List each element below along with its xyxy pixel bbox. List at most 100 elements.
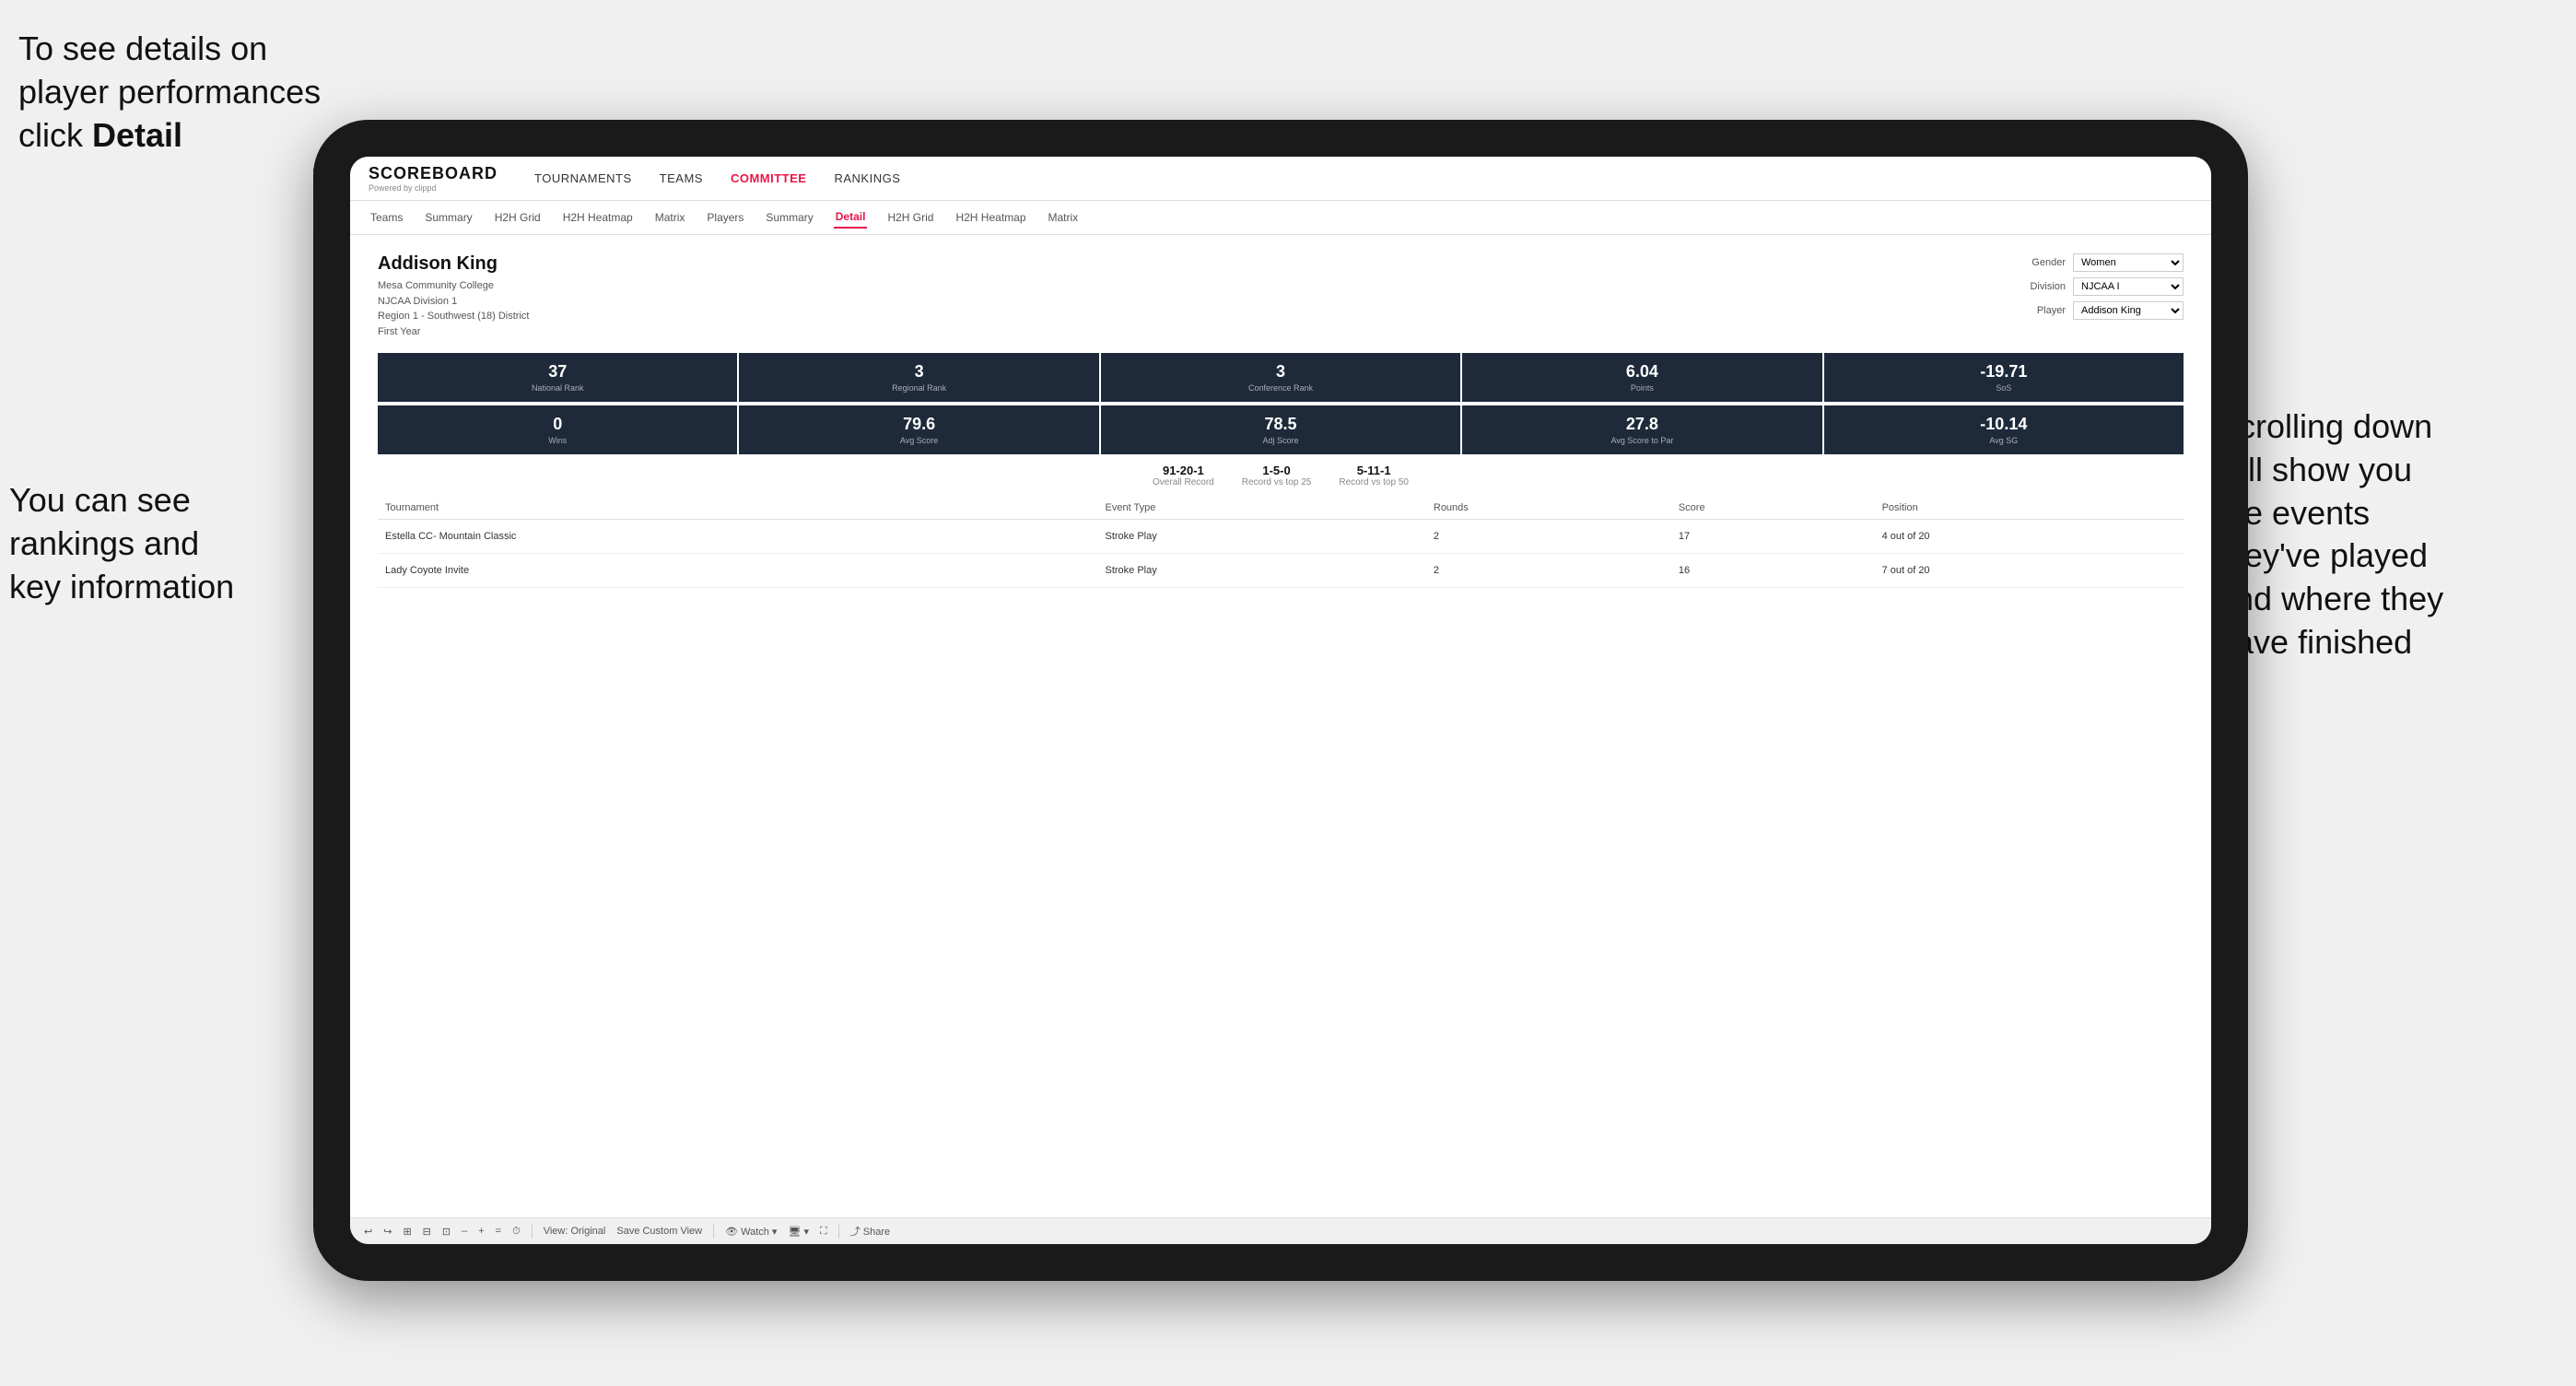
record-top50: 5-11-1 Record vs top 50 (1339, 464, 1409, 487)
tab-summary2[interactable]: Summary (764, 207, 814, 228)
stat-points: 6.04 Points (1462, 353, 1821, 402)
toolbar-save-custom[interactable]: Save Custom View (616, 1226, 702, 1237)
record-overall-label: Overall Record (1153, 477, 1214, 487)
control-player-row: Player Addison King (2015, 301, 2184, 320)
player-school: Mesa Community College (378, 278, 529, 294)
toolbar-zoom-out[interactable]: – (462, 1226, 467, 1237)
tab-detail[interactable]: Detail (834, 206, 868, 229)
toolbar-watch[interactable]: 👁 Watch ▾ (725, 1226, 777, 1238)
cell-event-type-2: Stroke Play (1098, 554, 1426, 588)
toolbar-zoom-fit[interactable]: = (496, 1226, 501, 1237)
cell-rounds-2: 2 (1426, 554, 1671, 588)
nav-items: TOURNAMENTS TEAMS COMMITTEE RANKINGS (534, 171, 900, 185)
stat-value-adj-score: 78.5 (1108, 415, 1453, 434)
tab-matrix2[interactable]: Matrix (1047, 207, 1081, 228)
logo-text: SCOREBOARD (369, 164, 498, 183)
toolbar-grid2[interactable]: ⊟ (423, 1226, 431, 1238)
tournament-table: Tournament Event Type Rounds Score Posit… (378, 497, 2184, 588)
player-label: Player (2015, 305, 2066, 316)
col-tournament: Tournament (378, 497, 1098, 520)
stat-value-conference-rank: 3 (1108, 362, 1453, 382)
stat-value-regional-rank: 3 (746, 362, 1091, 382)
tablet-frame: SCOREBOARD Powered by clippd TOURNAMENTS… (313, 120, 2248, 1281)
toolbar-undo[interactable]: ↩ (364, 1226, 372, 1238)
annotation-line3: click (18, 116, 92, 154)
cell-score-2: 16 (1671, 554, 1875, 588)
record-top25-value: 1-5-0 (1242, 464, 1312, 477)
control-gender-row: Gender Women (2015, 253, 2184, 272)
col-position: Position (1875, 497, 2184, 520)
annotation-line1: To see details on (18, 29, 267, 67)
stat-label-sos: SoS (1832, 383, 2176, 393)
nav-tournaments[interactable]: TOURNAMENTS (534, 171, 632, 185)
toolbar-redo[interactable]: ↪ (383, 1226, 392, 1238)
logo-sub: Powered by clippd (369, 183, 498, 193)
player-name: Addison King (378, 253, 529, 275)
annotation-r-4: they've played (2217, 536, 2428, 574)
toolbar-divider1 (532, 1224, 533, 1239)
gender-select[interactable]: Women (2073, 253, 2184, 272)
annotation-r-5: and where they (2217, 580, 2443, 617)
col-rounds: Rounds (1426, 497, 1671, 520)
toolbar-clock[interactable]: ⏱ (512, 1226, 521, 1238)
cell-position-1: 4 out of 20 (1875, 520, 2184, 554)
table-row: Lady Coyote Invite Stroke Play 2 16 7 ou… (378, 554, 2184, 588)
stat-avg-score-par: 27.8 Avg Score to Par (1462, 405, 1821, 454)
annotation-line2: player performances (18, 73, 321, 111)
toolbar-grid3[interactable]: ⊡ (442, 1226, 451, 1238)
annotation-bottom-left: You can see rankings and key information (9, 479, 322, 608)
record-top50-label: Record vs top 50 (1339, 477, 1409, 487)
toolbar-view-original[interactable]: View: Original (544, 1226, 606, 1237)
cell-rounds-1: 2 (1426, 520, 1671, 554)
record-top25-label: Record vs top 25 (1242, 477, 1312, 487)
stat-label-points: Points (1469, 383, 1814, 393)
tab-h2h-heatmap2[interactable]: H2H Heatmap (954, 207, 1027, 228)
cell-tournament-2: Lady Coyote Invite (378, 554, 1098, 588)
stat-conference-rank: 3 Conference Rank (1101, 353, 1460, 402)
toolbar-share[interactable]: ⤴ Share (850, 1224, 890, 1239)
toolbar-grid1[interactable]: ⊞ (403, 1226, 411, 1238)
tab-summary[interactable]: Summary (423, 207, 474, 228)
main-content: Addison King Mesa Community College NJCA… (350, 235, 2211, 1217)
tab-h2h-heatmap[interactable]: H2H Heatmap (561, 207, 635, 228)
player-info: Addison King Mesa Community College NJCA… (378, 253, 529, 339)
player-division: NJCAA Division 1 (378, 294, 529, 310)
tab-matrix[interactable]: Matrix (653, 207, 687, 228)
stat-value-avg-score-par: 27.8 (1469, 415, 1814, 434)
nav-bar: SCOREBOARD Powered by clippd TOURNAMENTS… (350, 157, 2211, 201)
gender-label: Gender (2015, 257, 2066, 268)
toolbar-zoom-in[interactable]: + (478, 1226, 484, 1237)
stat-label-adj-score: Adj Score (1108, 436, 1453, 445)
stat-avg-sg: -10.14 Avg SG (1824, 405, 2184, 454)
tablet-screen: SCOREBOARD Powered by clippd TOURNAMENTS… (350, 157, 2211, 1244)
tab-h2h-grid2[interactable]: H2H Grid (885, 207, 935, 228)
division-select[interactable]: NJCAA I (2073, 277, 2184, 296)
logo-area: SCOREBOARD Powered by clippd (369, 164, 498, 193)
sub-nav: Teams Summary H2H Grid H2H Heatmap Matri… (350, 201, 2211, 235)
stats-grid-row2: 0 Wins 79.6 Avg Score 78.5 Adj Score 27.… (378, 405, 2184, 454)
tab-h2h-grid[interactable]: H2H Grid (493, 207, 543, 228)
tab-players[interactable]: Players (705, 207, 745, 228)
toolbar-divider2 (713, 1224, 714, 1239)
player-select[interactable]: Addison King (2073, 301, 2184, 320)
stat-value-avg-score: 79.6 (746, 415, 1091, 434)
nav-committee[interactable]: COMMITTEE (731, 171, 807, 185)
stat-wins: 0 Wins (378, 405, 737, 454)
stat-avg-score: 79.6 Avg Score (739, 405, 1098, 454)
record-top25: 1-5-0 Record vs top 25 (1242, 464, 1312, 487)
stat-value-national-rank: 37 (385, 362, 730, 382)
stat-value-points: 6.04 (1469, 362, 1814, 382)
cell-tournament-1: Estella CC- Mountain Classic (378, 520, 1098, 554)
stat-label-avg-score-par: Avg Score to Par (1469, 436, 1814, 445)
nav-rankings[interactable]: RANKINGS (834, 171, 900, 185)
table-header-row: Tournament Event Type Rounds Score Posit… (378, 497, 2184, 520)
tab-teams[interactable]: Teams (369, 207, 404, 228)
cell-position-2: 7 out of 20 (1875, 554, 2184, 588)
toolbar-fullscreen[interactable]: ⛶ (820, 1226, 827, 1238)
toolbar-screen[interactable]: 🖥 ▾ (788, 1226, 809, 1238)
stats-grid-row1: 37 National Rank 3 Regional Rank 3 Confe… (378, 353, 2184, 402)
stat-label-national-rank: National Rank (385, 383, 730, 393)
stat-label-regional-rank: Regional Rank (746, 383, 1091, 393)
stat-label-avg-score: Avg Score (746, 436, 1091, 445)
nav-teams[interactable]: TEAMS (660, 171, 703, 185)
